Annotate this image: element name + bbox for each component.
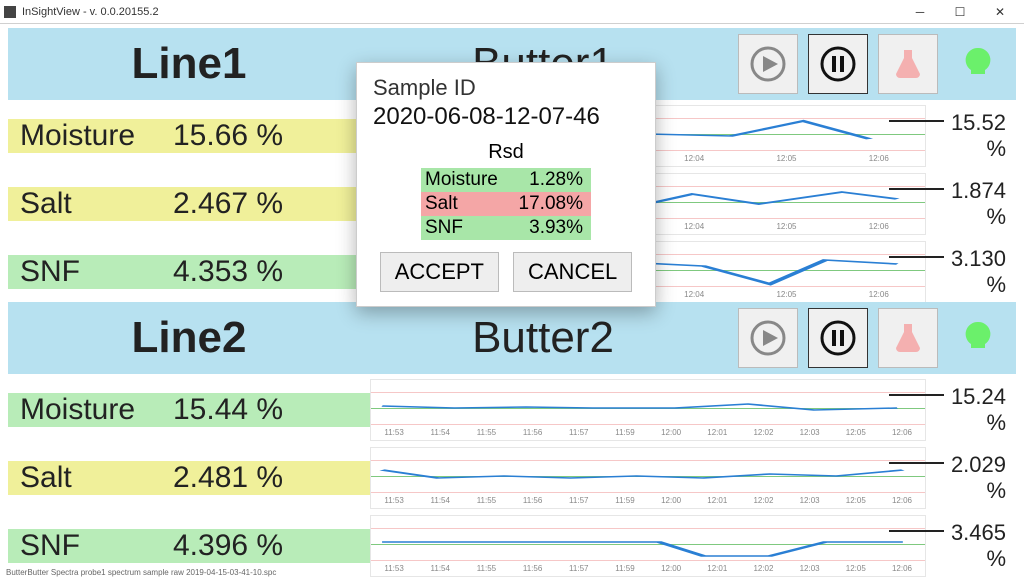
metric-value: 2.467 % — [173, 187, 370, 221]
summary-value: 15.52 % — [926, 110, 1016, 162]
dialog-subheading: Rsd — [373, 141, 639, 164]
cancel-button[interactable]: CANCEL — [513, 252, 632, 292]
line1-title: Line1 — [8, 39, 370, 89]
line2-row-salt: Salt 2.481 % 11:5311:5411:5511:5611:5711… — [8, 446, 1016, 510]
play-button[interactable] — [738, 308, 798, 368]
metric-label: SNF — [8, 255, 173, 289]
accept-button[interactable]: ACCEPT — [380, 252, 499, 292]
summary-value: 15.24 % — [926, 384, 1016, 436]
close-button[interactable]: ✕ — [980, 0, 1020, 24]
line2-header: Line2 Butter2 — [8, 302, 1016, 374]
play-button[interactable] — [738, 34, 798, 94]
metric-label: Moisture — [8, 393, 173, 427]
titlebar: InSightView - v. 0.0.20155.2 ─ ☐ ✕ — [0, 0, 1024, 24]
rsd-table: Moisture1.28% Salt17.08% SNF3.93% — [421, 168, 591, 240]
dialog-timestamp: 2020-06-08-12-07-46 — [373, 103, 639, 131]
maximize-button[interactable]: ☐ — [940, 0, 980, 24]
flask-button[interactable] — [878, 34, 938, 94]
metric-label: Salt — [8, 187, 173, 221]
line2-subtitle: Butter2 — [370, 313, 716, 363]
summary-value: 3.465 % — [926, 520, 1016, 572]
status-bar: ButterButter Spectra probe1 spectrum sam… — [0, 568, 1024, 578]
bulb-icon — [948, 308, 1008, 368]
flask-button[interactable] — [878, 308, 938, 368]
bulb-icon — [948, 34, 1008, 94]
summary-value: 1.874 % — [926, 178, 1016, 230]
metric-value: 15.66 % — [173, 119, 370, 153]
metric-value: 4.353 % — [173, 255, 370, 289]
metric-value: 15.44 % — [173, 393, 370, 427]
summary-value: 3.130 % — [926, 246, 1016, 298]
pause-button[interactable] — [808, 34, 868, 94]
pause-button[interactable] — [808, 308, 868, 368]
chart-line2-salt[interactable]: 11:5311:5411:5511:5611:5711:5912:0012:01… — [370, 447, 926, 509]
window-title: InSightView - v. 0.0.20155.2 — [22, 6, 159, 18]
chart-line2-moisture[interactable]: 11:5311:5411:5511:5611:5711:5912:0012:01… — [370, 379, 926, 441]
metric-label: Moisture — [8, 119, 173, 153]
summary-value: 2.029 % — [926, 452, 1016, 504]
metric-value: 4.396 % — [173, 529, 370, 563]
metric-value: 2.481 % — [173, 461, 370, 495]
minimize-button[interactable]: ─ — [900, 0, 940, 24]
line2-row-moisture: Moisture 15.44 % 11:5311:5411:5511:5611:… — [8, 378, 1016, 442]
metric-label: SNF — [8, 529, 173, 563]
sample-id-dialog: Sample ID 2020-06-08-12-07-46 Rsd Moistu… — [356, 62, 656, 307]
app-icon — [4, 6, 16, 18]
dialog-heading: Sample ID — [373, 75, 639, 101]
metric-label: Salt — [8, 461, 173, 495]
line2-title: Line2 — [8, 313, 370, 363]
